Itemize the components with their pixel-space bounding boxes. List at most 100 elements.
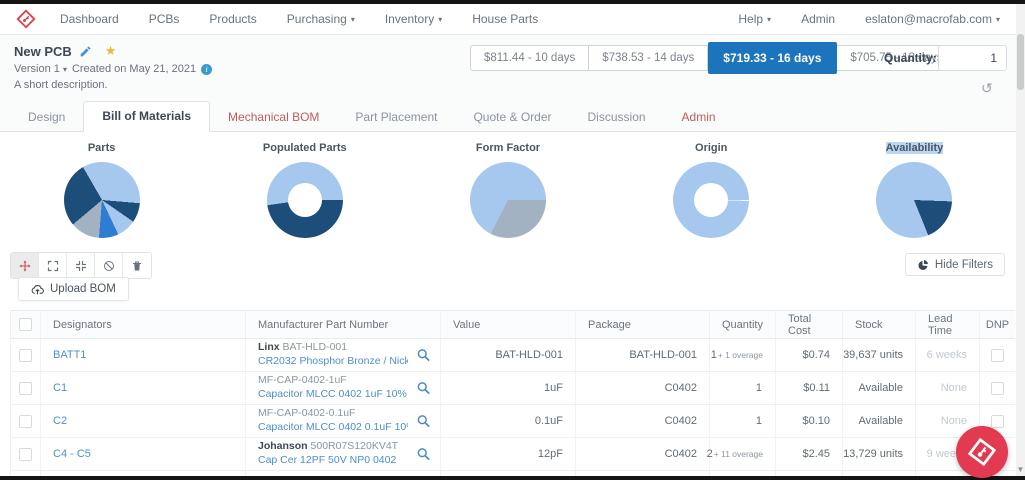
value-cell: BAT-HLD-001 xyxy=(441,339,576,371)
parts-pie-chart[interactable] xyxy=(64,162,140,238)
designator-link[interactable]: C1 xyxy=(41,372,246,404)
part-description-link[interactable]: Capacitor MLCC 0402 1uF 10% 16V xyxy=(258,388,408,402)
table-row: C4 - C5 Johanson 500R07S120KV4T Cap Cer … xyxy=(11,438,1015,471)
mpn-cell: Johanson 500R07S120KV4T Cap Cer 12PF 50V… xyxy=(246,438,441,470)
quantity-input[interactable] xyxy=(938,45,1007,71)
vertical-scrollbar[interactable]: ▼ xyxy=(1016,4,1025,476)
page-title: New PCB xyxy=(14,44,72,59)
lead-time-cell: None xyxy=(916,372,980,404)
chevron-down-icon: ▾ xyxy=(767,15,771,24)
quantity-cell: 1 xyxy=(710,372,776,404)
navbar-right: Help▾ Admin eslaton@macrofab.com▾ xyxy=(708,12,1000,26)
nav-pcbs[interactable]: PCBs xyxy=(149,12,180,26)
designator-link[interactable]: C4 - C5 xyxy=(41,438,246,470)
table-row: BATT1 Linx BAT-HLD-001 CR2032 Phosphor B… xyxy=(11,339,1015,372)
part-description-link[interactable]: CR2032 Phosphor Bronze / Nickel Plated 2… xyxy=(258,355,408,369)
col-designators: Designators xyxy=(41,311,246,338)
value-cell: 12pF xyxy=(441,438,576,470)
pcb-info: New PCB ★ Version 1 ▾ Created on May 21,… xyxy=(14,43,212,91)
col-stock: Stock xyxy=(843,311,916,338)
search-icon[interactable] xyxy=(416,381,431,396)
history-icon[interactable]: ↺ xyxy=(981,81,993,95)
macrofab-floating-badge[interactable] xyxy=(956,426,1008,478)
nav-admin[interactable]: Admin xyxy=(801,12,835,26)
upload-bom-button[interactable]: Upload BOM xyxy=(18,277,129,301)
designator-link[interactable]: BATT1 xyxy=(41,339,246,371)
table-row: C2 MF-CAP-0402-0.1uF Capacitor MLCC 0402… xyxy=(11,405,1015,438)
macrofab-logo-icon[interactable] xyxy=(16,9,36,29)
chart-populated-parts: Populated Parts xyxy=(203,132,406,244)
version-selector[interactable]: Version 1 ▾ xyxy=(14,63,67,75)
nav-user-menu[interactable]: eslaton@macrofab.com▾ xyxy=(865,12,1000,26)
value-cell: 1uF xyxy=(441,372,576,404)
search-icon[interactable] xyxy=(416,447,431,462)
scrollbar-down-arrow[interactable]: ▼ xyxy=(1016,465,1025,474)
chevron-down-icon: ▾ xyxy=(351,15,355,24)
origin-donut-chart[interactable] xyxy=(673,162,749,238)
bom-toolbar xyxy=(10,252,152,279)
designator-link[interactable]: C2 xyxy=(41,405,246,437)
nav-purchasing[interactable]: Purchasing▾ xyxy=(287,12,355,26)
availability-pie-chart[interactable] xyxy=(876,162,952,238)
price-option-10-days[interactable]: $811.44 - 10 days xyxy=(470,45,589,71)
top-navbar: Dashboard PCBs Products Purchasing▾ Inve… xyxy=(0,4,1016,35)
col-mpn: Manufacturer Part Number xyxy=(246,311,441,338)
ban-icon xyxy=(103,260,115,272)
tab-quote-order[interactable]: Quote & Order xyxy=(455,103,569,132)
tab-admin[interactable]: Admin xyxy=(664,103,734,132)
move-rows-button[interactable] xyxy=(11,253,39,278)
tab-bill-of-materials[interactable]: Bill of Materials xyxy=(83,101,210,132)
form-factor-pie-chart[interactable] xyxy=(470,162,546,238)
delete-rows-button[interactable] xyxy=(123,253,151,278)
search-icon[interactable] xyxy=(416,348,431,363)
favorite-star-icon[interactable]: ★ xyxy=(105,43,117,59)
nav-products[interactable]: Products xyxy=(209,12,256,26)
quantity-cell: 2+ 11 overage xyxy=(710,438,776,470)
package-cell: C0402 xyxy=(576,438,710,470)
macrofab-logo-icon xyxy=(965,435,999,469)
nav-help[interactable]: Help▾ xyxy=(738,12,771,26)
tab-design[interactable]: Design xyxy=(10,103,83,132)
part-description-link[interactable]: Cap Cer 12PF 50V NP0 0402 xyxy=(258,454,396,468)
stock-cell: Available xyxy=(843,372,916,404)
row-checkbox[interactable] xyxy=(19,349,32,362)
col-quantity: Quantity xyxy=(710,311,776,338)
hide-filters-button[interactable]: Hide Filters xyxy=(905,253,1005,276)
expand-icon xyxy=(47,260,59,272)
populated-parts-donut-chart[interactable] xyxy=(267,162,343,238)
nav-house-parts[interactable]: House Parts xyxy=(472,12,538,26)
dnp-checkbox[interactable] xyxy=(991,415,1004,428)
pcb-description: A short description. xyxy=(14,79,212,91)
row-checkbox[interactable] xyxy=(19,382,32,395)
row-checkbox[interactable] xyxy=(19,415,32,428)
cloud-upload-icon xyxy=(31,283,44,296)
scrollbar-thumb[interactable] xyxy=(1017,34,1024,90)
expand-rows-button[interactable] xyxy=(39,253,67,278)
collapse-rows-button[interactable] xyxy=(67,253,95,278)
total-cost-cell: $0.10 xyxy=(776,405,843,437)
part-description-link[interactable]: Capacitor MLCC 0402 0.1uF 10% 16V xyxy=(258,421,408,435)
bom-table: Designators Manufacturer Part Number Val… xyxy=(10,310,1015,476)
price-option-14-days[interactable]: $738.53 - 14 days xyxy=(589,45,708,71)
stock-cell: 39,637 units xyxy=(843,339,916,371)
tab-discussion[interactable]: Discussion xyxy=(570,103,664,132)
edit-title-icon[interactable] xyxy=(79,45,92,58)
chevron-down-icon: ▾ xyxy=(63,65,67,74)
dnp-rows-button[interactable] xyxy=(95,253,123,278)
nav-inventory[interactable]: Inventory▾ xyxy=(385,12,442,26)
search-icon[interactable] xyxy=(416,414,431,429)
tab-part-placement[interactable]: Part Placement xyxy=(337,103,455,132)
tab-mechanical-bom[interactable]: Mechanical BOM xyxy=(210,103,337,132)
price-option-16-days-selected[interactable]: $719.33 - 16 days xyxy=(708,42,837,74)
dnp-checkbox[interactable] xyxy=(991,382,1004,395)
quantity-cell: 1 xyxy=(710,405,776,437)
quantity-cell: 1+ 1 overage xyxy=(710,339,776,371)
nav-dashboard[interactable]: Dashboard xyxy=(60,12,119,26)
total-cost-cell: $0.11 xyxy=(776,372,843,404)
dnp-checkbox[interactable] xyxy=(991,349,1004,362)
value-cell: 0.1uF xyxy=(441,405,576,437)
col-lead-time: Lead Time xyxy=(916,311,980,338)
info-icon[interactable]: i xyxy=(201,64,212,75)
row-checkbox[interactable] xyxy=(19,448,32,461)
select-all-checkbox[interactable] xyxy=(19,318,32,331)
